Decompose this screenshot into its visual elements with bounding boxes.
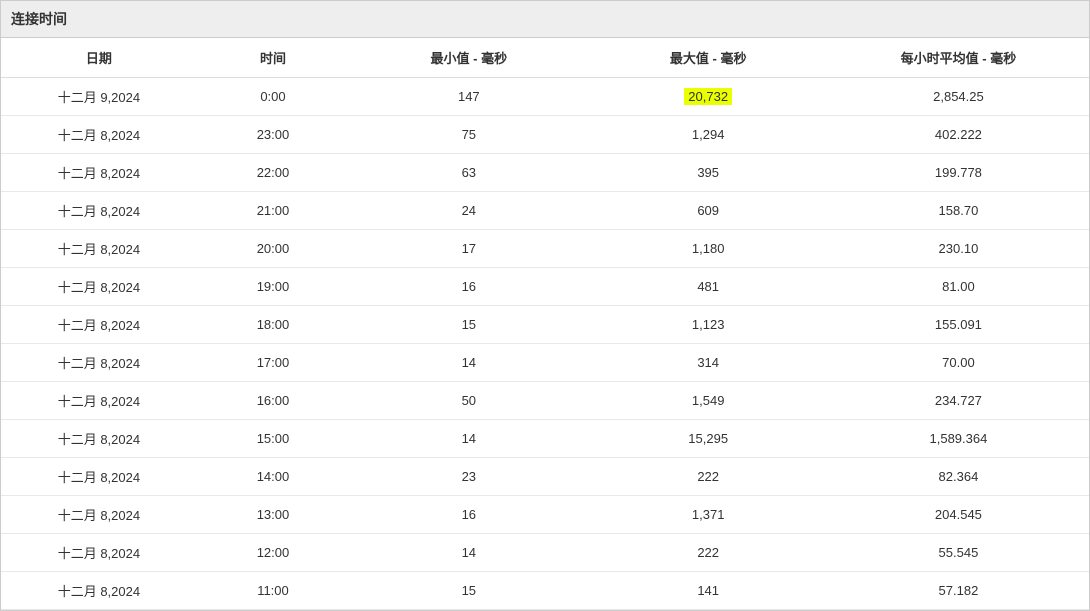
- cell-date: 十二月 8,2024: [1, 420, 197, 458]
- cell-time: 22:00: [197, 154, 349, 192]
- cell-max: 1,123: [589, 306, 828, 344]
- cell-max: 1,180: [589, 230, 828, 268]
- cell-avg: 57.182: [828, 572, 1089, 610]
- table-row: 十二月 8,202418:00151,123155.091: [1, 306, 1089, 344]
- cell-time: 17:00: [197, 344, 349, 382]
- cell-avg: 55.545: [828, 534, 1089, 572]
- cell-max: 481: [589, 268, 828, 306]
- cell-max: 222: [589, 458, 828, 496]
- table-row: 十二月 8,202416:00501,549234.727: [1, 382, 1089, 420]
- cell-time: 11:00: [197, 572, 349, 610]
- cell-time: 0:00: [197, 78, 349, 116]
- table-row: 十二月 8,202422:0063395199.778: [1, 154, 1089, 192]
- cell-time: 15:00: [197, 420, 349, 458]
- panel-title: 连接时间: [1, 1, 1089, 38]
- cell-min: 17: [349, 230, 588, 268]
- table-row: 十二月 8,202423:00751,294402.222: [1, 116, 1089, 154]
- cell-date: 十二月 8,2024: [1, 572, 197, 610]
- table-row: 十二月 8,202415:001415,2951,589.364: [1, 420, 1089, 458]
- table-row: 十二月 8,202421:0024609158.70: [1, 192, 1089, 230]
- header-min: 最小值 - 毫秒: [349, 38, 588, 78]
- table-row: 十二月 8,202413:00161,371204.545: [1, 496, 1089, 534]
- header-time: 时间: [197, 38, 349, 78]
- cell-min: 16: [349, 496, 588, 534]
- cell-date: 十二月 8,2024: [1, 306, 197, 344]
- cell-time: 23:00: [197, 116, 349, 154]
- cell-max: 609: [589, 192, 828, 230]
- header-max: 最大值 - 毫秒: [589, 38, 828, 78]
- cell-max: 222: [589, 534, 828, 572]
- cell-max: 1,294: [589, 116, 828, 154]
- table-row: 十二月 8,202411:001514157.182: [1, 572, 1089, 610]
- cell-min: 75: [349, 116, 588, 154]
- cell-time: 13:00: [197, 496, 349, 534]
- cell-min: 63: [349, 154, 588, 192]
- cell-avg: 230.10: [828, 230, 1089, 268]
- cell-avg: 158.70: [828, 192, 1089, 230]
- cell-date: 十二月 8,2024: [1, 382, 197, 420]
- cell-min: 147: [349, 78, 588, 116]
- table-row: 十二月 8,202414:002322282.364: [1, 458, 1089, 496]
- cell-avg: 2,854.25: [828, 78, 1089, 116]
- cell-avg: 155.091: [828, 306, 1089, 344]
- table-row: 十二月 8,202417:001431470.00: [1, 344, 1089, 382]
- connection-time-table: 日期 时间 最小值 - 毫秒 最大值 - 毫秒 每小时平均值 - 毫秒 十二月 …: [1, 38, 1089, 610]
- cell-min: 14: [349, 534, 588, 572]
- cell-max: 395: [589, 154, 828, 192]
- cell-date: 十二月 8,2024: [1, 230, 197, 268]
- connection-time-panel: 连接时间 日期 时间 最小值 - 毫秒 最大值 - 毫秒 每小时平均值 - 毫秒…: [0, 0, 1090, 611]
- cell-min: 14: [349, 344, 588, 382]
- cell-min: 16: [349, 268, 588, 306]
- cell-min: 50: [349, 382, 588, 420]
- cell-date: 十二月 8,2024: [1, 496, 197, 534]
- highlighted-max-value: 20,732: [684, 88, 732, 105]
- cell-time: 12:00: [197, 534, 349, 572]
- cell-avg: 70.00: [828, 344, 1089, 382]
- cell-avg: 1,589.364: [828, 420, 1089, 458]
- cell-date: 十二月 8,2024: [1, 192, 197, 230]
- cell-avg: 82.364: [828, 458, 1089, 496]
- table-row: 十二月 8,202419:001648181.00: [1, 268, 1089, 306]
- cell-min: 23: [349, 458, 588, 496]
- cell-time: 19:00: [197, 268, 349, 306]
- cell-max: 141: [589, 572, 828, 610]
- cell-avg: 199.778: [828, 154, 1089, 192]
- table-row: 十二月 8,202420:00171,180230.10: [1, 230, 1089, 268]
- cell-max: 20,732: [589, 78, 828, 116]
- cell-avg: 204.545: [828, 496, 1089, 534]
- cell-time: 14:00: [197, 458, 349, 496]
- cell-date: 十二月 8,2024: [1, 344, 197, 382]
- cell-date: 十二月 8,2024: [1, 154, 197, 192]
- header-avg: 每小时平均值 - 毫秒: [828, 38, 1089, 78]
- cell-min: 24: [349, 192, 588, 230]
- table-row: 十二月 9,20240:00147 20,732 2,854.25: [1, 78, 1089, 116]
- cell-min: 15: [349, 306, 588, 344]
- cell-time: 20:00: [197, 230, 349, 268]
- header-date: 日期: [1, 38, 197, 78]
- cell-date: 十二月 8,2024: [1, 458, 197, 496]
- cell-avg: 81.00: [828, 268, 1089, 306]
- cell-max: 314: [589, 344, 828, 382]
- cell-min: 15: [349, 572, 588, 610]
- cell-date: 十二月 8,2024: [1, 268, 197, 306]
- cell-time: 18:00: [197, 306, 349, 344]
- cell-max: 1,371: [589, 496, 828, 534]
- cell-time: 16:00: [197, 382, 349, 420]
- cell-avg: 402.222: [828, 116, 1089, 154]
- cell-date: 十二月 8,2024: [1, 534, 197, 572]
- cell-time: 21:00: [197, 192, 349, 230]
- cell-max: 15,295: [589, 420, 828, 458]
- cell-max: 1,549: [589, 382, 828, 420]
- table-row: 十二月 8,202412:001422255.545: [1, 534, 1089, 572]
- cell-min: 14: [349, 420, 588, 458]
- cell-avg: 234.727: [828, 382, 1089, 420]
- cell-date: 十二月 8,2024: [1, 116, 197, 154]
- cell-date: 十二月 9,2024: [1, 78, 197, 116]
